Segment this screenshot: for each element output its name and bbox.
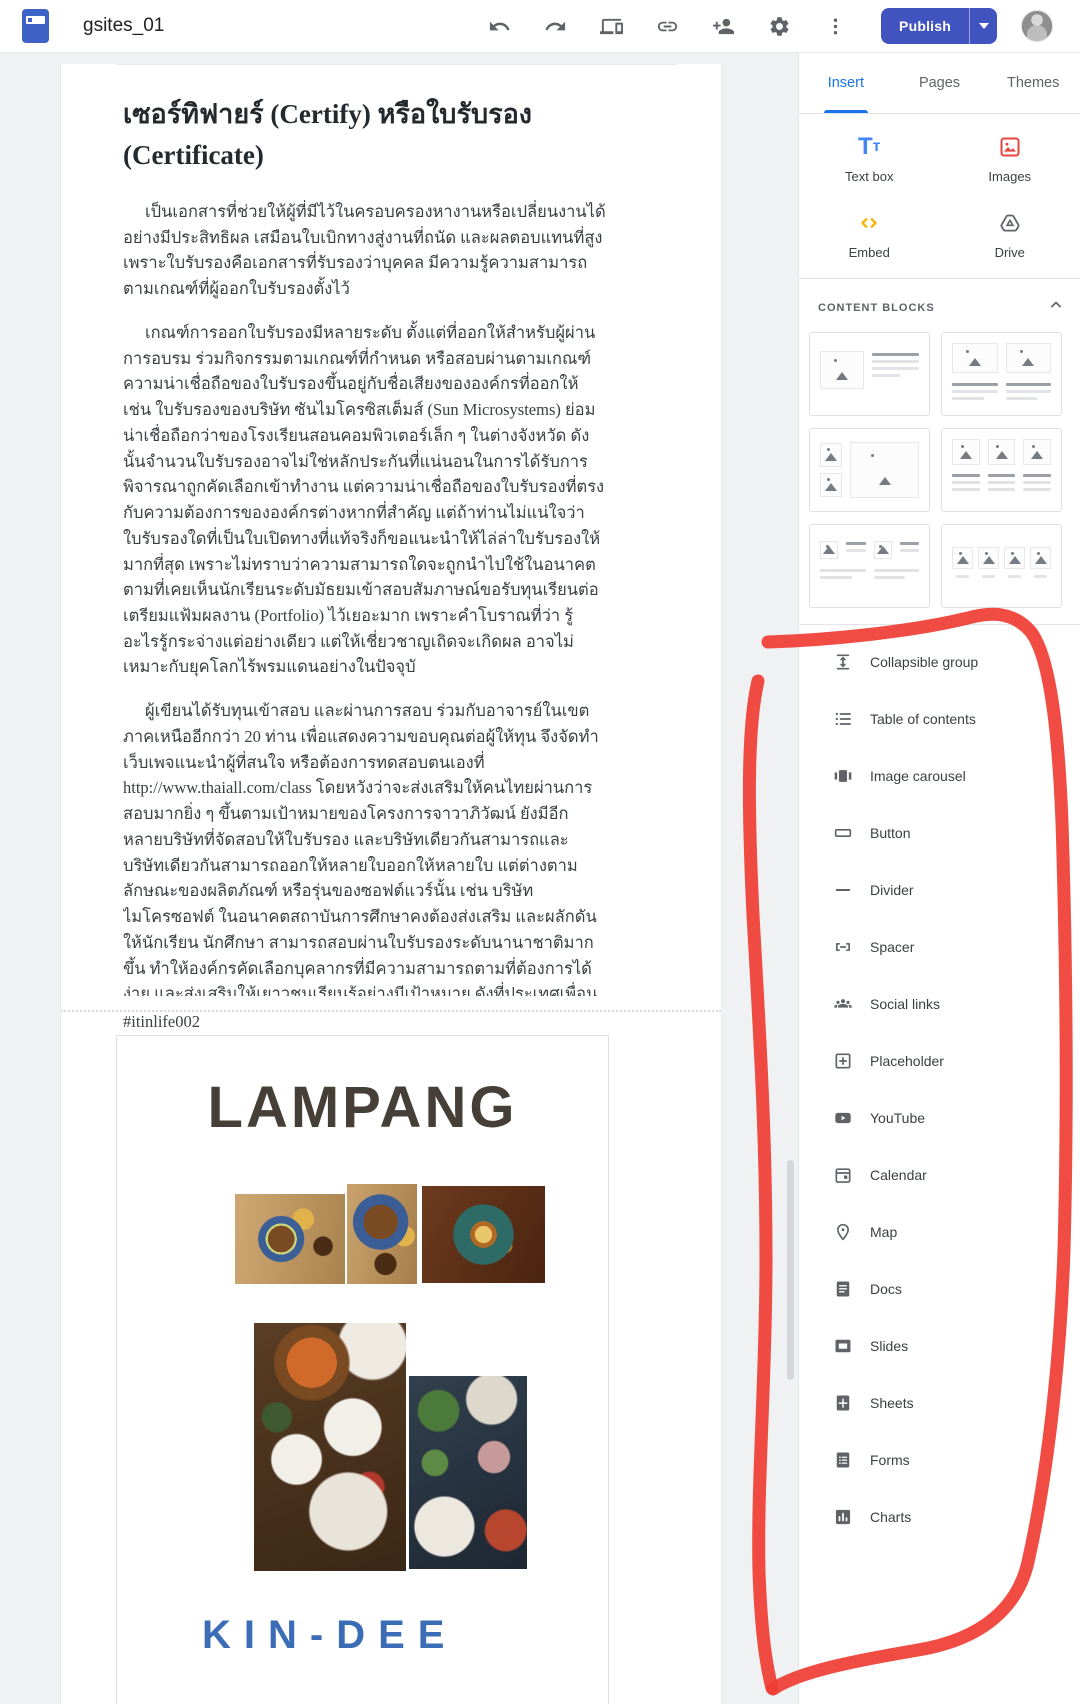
insert-table-of-contents[interactable]: Table of contents <box>799 690 1080 747</box>
canvas-scrollbar[interactable] <box>787 1160 794 1380</box>
chevron-up-icon[interactable] <box>1046 295 1066 320</box>
copy-link-icon[interactable] <box>647 6 687 46</box>
insert-sheets[interactable]: Sheets <box>799 1374 1080 1431</box>
insert-social-links[interactable]: Social links <box>799 975 1080 1032</box>
brand: gsites_01 <box>0 9 164 43</box>
google-sites-editor: gsites_01 Publ <box>0 0 1080 1704</box>
more-vert-icon[interactable] <box>815 6 855 46</box>
section-divider <box>116 64 677 65</box>
youtube-icon <box>833 1108 853 1128</box>
redo-icon[interactable] <box>535 6 575 46</box>
sidebar-tabs: Insert Pages Themes <box>799 52 1080 114</box>
account-avatar[interactable] <box>1021 10 1053 42</box>
banner-caption: KIN-DEE <box>202 1613 457 1658</box>
template-thumbs-left-large-image[interactable] <box>809 428 930 512</box>
publish-button[interactable]: Publish <box>881 8 970 44</box>
article-text-box[interactable]: เซอร์ทิฟายร์ (Certify) หรือใบรับรอง (Cer… <box>123 94 607 996</box>
tab-themes[interactable]: Themes <box>986 52 1080 113</box>
docs-icon <box>833 1279 853 1299</box>
forms-icon <box>833 1450 853 1470</box>
text-box-tile[interactable]: Tт Text box <box>799 134 940 184</box>
page-heading: เซอร์ทิฟายร์ (Certify) หรือใบรับรอง (Cer… <box>123 94 607 175</box>
drive-icon <box>998 210 1022 236</box>
insert-docs[interactable]: Docs <box>799 1260 1080 1317</box>
images-icon <box>998 134 1022 160</box>
settings-gear-icon[interactable] <box>759 6 799 46</box>
undo-icon[interactable] <box>479 6 519 46</box>
banner-title: LAMPANG <box>117 1074 608 1141</box>
insert-map[interactable]: Map <box>799 1203 1080 1260</box>
google-sites-logo-icon[interactable] <box>22 9 49 43</box>
charts-icon <box>833 1507 853 1527</box>
insert-spacer[interactable]: Spacer <box>799 918 1080 975</box>
table-of-contents-icon <box>833 709 853 729</box>
insert-button[interactable]: Button <box>799 804 1080 861</box>
editing-canvas-page: เซอร์ทิฟายร์ (Certify) หรือใบรับรอง (Cer… <box>60 64 722 1704</box>
share-add-person-icon[interactable] <box>703 6 743 46</box>
social-links-icon <box>833 994 853 1014</box>
slides-icon <box>833 1336 853 1356</box>
insert-forms[interactable]: Forms <box>799 1431 1080 1488</box>
calendar-icon <box>833 1165 853 1185</box>
tab-pages[interactable]: Pages <box>893 52 987 113</box>
template-two-images-text[interactable] <box>941 332 1062 416</box>
text-box-icon: Tт <box>858 134 881 160</box>
embed-code-icon <box>857 210 881 236</box>
tab-insert[interactable]: Insert <box>799 52 893 113</box>
food-photo <box>235 1194 345 1284</box>
divider-icon <box>833 880 853 900</box>
template-three-images-text[interactable] <box>941 428 1062 512</box>
insert-calendar[interactable]: Calendar <box>799 1146 1080 1203</box>
embed-tile[interactable]: Embed <box>799 210 940 260</box>
button-icon <box>833 823 853 843</box>
insert-slides[interactable]: Slides <box>799 1317 1080 1374</box>
template-two-image-text-pairs[interactable] <box>809 524 930 608</box>
template-image-left-text[interactable] <box>809 332 930 416</box>
insert-image-carousel[interactable]: Image carousel <box>799 747 1080 804</box>
device-preview-icon[interactable] <box>591 6 631 46</box>
spacer-icon <box>833 937 853 957</box>
content-blocks-header: CONTENT BLOCKS <box>799 279 1080 332</box>
insert-sidebar: Insert Pages Themes Tт Text box Images E… <box>798 52 1080 1704</box>
insert-tiles: Tт Text box Images Embed Drive <box>799 114 1080 278</box>
insert-youtube[interactable]: YouTube <box>799 1089 1080 1146</box>
lampang-image-block[interactable]: LAMPANG KIN-DEE <box>116 1035 609 1704</box>
insert-divider[interactable]: Divider <box>799 861 1080 918</box>
top-toolbar: gsites_01 Publ <box>0 0 1080 53</box>
drive-tile[interactable]: Drive <box>940 210 1080 260</box>
insert-placeholder[interactable]: Placeholder <box>799 1032 1080 1089</box>
publish-split-button: Publish <box>881 8 997 44</box>
map-pin-icon <box>833 1222 853 1242</box>
paragraph: เป็นเอกสารที่ช่วยให้ผู้ที่มีไว้ในครอบครอ… <box>123 199 607 302</box>
food-photo <box>347 1184 417 1284</box>
insert-collapsible-group[interactable]: Collapsible group <box>799 633 1080 690</box>
toolbar-actions: Publish <box>479 6 1080 46</box>
food-photo <box>409 1376 527 1569</box>
images-tile[interactable]: Images <box>940 134 1080 184</box>
insert-charts[interactable]: Charts <box>799 1488 1080 1545</box>
site-title[interactable]: gsites_01 <box>83 15 164 37</box>
collapsible-group-icon <box>833 652 853 672</box>
template-four-images-row[interactable] <box>941 524 1062 608</box>
food-photo <box>254 1323 406 1571</box>
publish-dropdown-arrow-icon[interactable] <box>970 8 997 44</box>
insert-options-list: Collapsible group Table of contents Imag… <box>799 625 1080 1545</box>
paragraph: เกณฑ์การออกใบรับรองมีหลายระดับ ตั้งแต่ที… <box>123 320 607 680</box>
sheets-icon <box>833 1393 853 1413</box>
paragraph: ผู้เขียนได้รับทุนเข้าสอบ และผ่านการสอบ ร… <box>123 698 607 996</box>
placeholder-icon <box>833 1051 853 1071</box>
food-photo <box>422 1186 545 1283</box>
image-carousel-icon <box>833 766 853 786</box>
hashtag-text: #itinlife002 <box>123 1012 200 1032</box>
section-boundary-dotted-line <box>61 1010 721 1012</box>
content-block-templates <box>799 332 1080 624</box>
